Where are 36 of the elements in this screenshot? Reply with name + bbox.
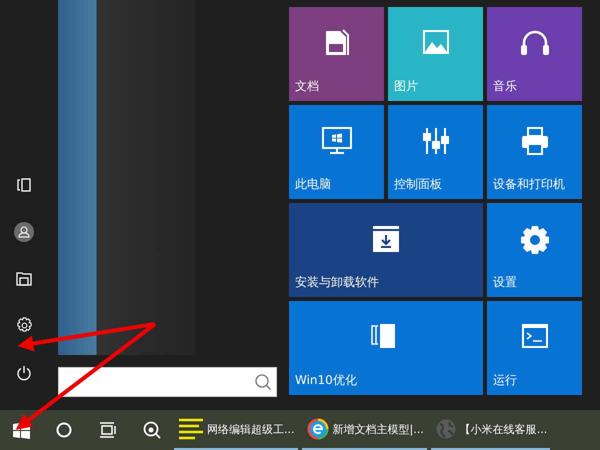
start-tile[interactable]: Win10优化 <box>289 301 483 395</box>
picture-icon <box>422 29 450 55</box>
document-icon <box>324 29 350 57</box>
sliders-icon <box>422 127 450 155</box>
taskbar-app-button[interactable]: 【小米在线客服... <box>430 410 550 450</box>
start-tile[interactable]: 文档 <box>289 7 384 101</box>
start-tile[interactable]: 设备和打印机 <box>487 105 582 199</box>
archive-download-icon <box>372 225 400 253</box>
start-tile[interactable]: 安装与卸载软件 <box>289 203 483 297</box>
printer-icon <box>520 127 548 155</box>
start-tile[interactable]: 此电脑 <box>289 105 384 199</box>
task-view-icon[interactable] <box>99 422 117 438</box>
magnifier-icon[interactable] <box>143 421 161 439</box>
monitor-icon <box>322 127 352 154</box>
browser-e-icon <box>306 418 328 440</box>
power-icon[interactable] <box>16 364 32 380</box>
settings-icon[interactable] <box>16 317 32 334</box>
start-tile[interactable]: 运行 <box>487 301 582 395</box>
terminal-icon <box>520 323 548 349</box>
headphones-icon <box>520 29 550 57</box>
tablet-mode-icon[interactable] <box>16 178 32 192</box>
lines-icon <box>179 418 203 440</box>
search-icon <box>254 373 272 391</box>
cortana-circle-icon[interactable] <box>56 422 72 438</box>
start-tile[interactable]: 音乐 <box>487 7 582 101</box>
gear-icon <box>520 225 550 255</box>
start-tile[interactable]: 设置 <box>487 203 582 297</box>
globe-icon <box>436 419 456 439</box>
windows-logo-icon[interactable] <box>12 422 30 438</box>
file-explorer-icon[interactable] <box>16 271 32 286</box>
start-tile[interactable]: 图片 <box>388 7 483 101</box>
search-field[interactable] <box>58 367 277 397</box>
taskbar-app-button[interactable]: 新增文档主模型|... <box>302 410 427 450</box>
start-tile[interactable]: 控制面板 <box>388 105 483 199</box>
user-avatar-icon[interactable] <box>14 222 34 242</box>
taskbar-app-button[interactable]: 网络编辑超级工... <box>174 410 298 450</box>
